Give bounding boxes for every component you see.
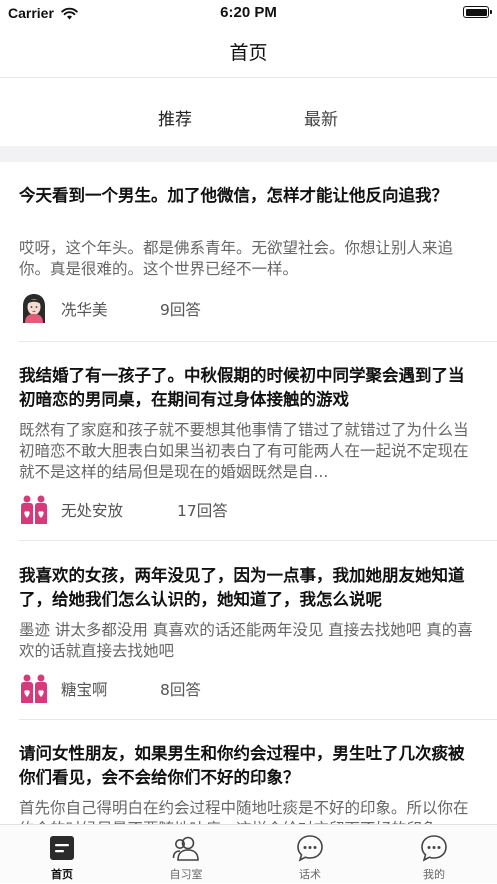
author-name[interactable]: 冼华美 bbox=[61, 298, 108, 320]
answer-count: 9回答 bbox=[160, 301, 201, 319]
tabbar-scripts[interactable]: 话术 bbox=[248, 825, 372, 884]
question-card[interactable]: 我喜欢的女孩，两年没见了，因为一点事，我加她朋友她知道了，给她我们怎么认识的，她… bbox=[0, 542, 497, 720]
question-card[interactable]: 请问女性朋友，如果男生和你约会过程中，男生吐了几次痰被你们看见，会不会给你们不好… bbox=[0, 720, 497, 824]
answer-excerpt: 哎呀，这个年头。都是佛系青年。无欲望社会。你想让别人来追你。真是很难的。这个世界… bbox=[19, 239, 454, 278]
feed-tabs: 推荐 最新 bbox=[0, 78, 497, 148]
author-name[interactable]: 无处安放 bbox=[61, 499, 123, 521]
question-card[interactable]: 我结婚了有一孩子了。中秋假期的时候初中同学聚会遇到了当初暗恋的男同桌，在期间有过… bbox=[0, 342, 497, 542]
tab-latest[interactable]: 最新 bbox=[304, 105, 338, 130]
tabbar-profile[interactable]: 我的 bbox=[372, 825, 496, 884]
tabbar-label: 首页 bbox=[51, 868, 73, 881]
tabbar-label: 自习室 bbox=[169, 868, 203, 881]
chat-bubble-icon bbox=[295, 833, 325, 863]
tabbar-label: 我的 bbox=[423, 868, 445, 881]
answer-excerpt: 既然有了家庭和孩子就不要想其他事情了错过了就错过了为什么当初暗恋不敢大胆表白如果… bbox=[19, 421, 469, 481]
tabbar-study-room[interactable]: 自习室 bbox=[124, 825, 248, 884]
question-title[interactable]: 请问女性朋友，如果男生和你约会过程中，男生吐了几次痰被你们看见，会不会给你们不好… bbox=[19, 742, 479, 790]
divider bbox=[19, 540, 497, 541]
navigation-bar: 首页 bbox=[0, 26, 497, 78]
answer-count: 17回答 bbox=[177, 502, 228, 520]
question-feed: 今天看到一个男生。加了他微信，怎样才能让他反向追我？ 哎呀，这个年头。都是佛系青… bbox=[0, 162, 497, 824]
home-doc-icon bbox=[47, 833, 77, 863]
people-icon bbox=[171, 833, 201, 863]
question-title[interactable]: 我结婚了有一孩子了。中秋假期的时候初中同学聚会遇到了当初暗恋的男同桌，在期间有过… bbox=[19, 364, 479, 412]
couple-icon[interactable] bbox=[19, 673, 49, 703]
status-bar: Carrier 6:20 PM bbox=[0, 0, 497, 26]
question-title[interactable]: 我喜欢的女孩，两年没见了，因为一点事，我加她朋友她知道了，给她我们怎么认识的，她… bbox=[19, 564, 479, 612]
question-title[interactable]: 今天看到一个男生。加了他微信，怎样才能让他反向追我？ bbox=[19, 184, 479, 208]
bottom-tab-bar: 首页 自习室 话术 我的 bbox=[0, 824, 497, 883]
question-card[interactable]: 今天看到一个男生。加了他微信，怎样才能让他反向追我？ 哎呀，这个年头。都是佛系青… bbox=[0, 162, 497, 342]
woman-avatar-icon[interactable] bbox=[19, 293, 49, 323]
chat-bubble-icon bbox=[419, 833, 449, 863]
status-time: 6:20 PM bbox=[220, 4, 277, 21]
answer-excerpt: 首先你自己得明白在约会过程中随地吐痰是不好的印象。所以你在约会的时候尽量不要随地… bbox=[19, 799, 469, 824]
battery-icon bbox=[463, 6, 492, 18]
tabbar-home[interactable]: 首页 bbox=[0, 825, 124, 884]
answer-excerpt: 墨迹 讲太多都没用 真喜欢的话还能两年没见 直接去找她吧 真的喜欢的话就直接去找… bbox=[19, 621, 473, 660]
tabbar-label: 话术 bbox=[299, 868, 321, 881]
answer-count: 8回答 bbox=[160, 681, 201, 699]
author-name[interactable]: 糖宝啊 bbox=[61, 678, 108, 700]
couple-icon[interactable] bbox=[19, 494, 49, 524]
tab-recommended[interactable]: 推荐 bbox=[158, 105, 192, 130]
section-separator bbox=[0, 146, 497, 162]
page-title: 首页 bbox=[229, 42, 268, 64]
